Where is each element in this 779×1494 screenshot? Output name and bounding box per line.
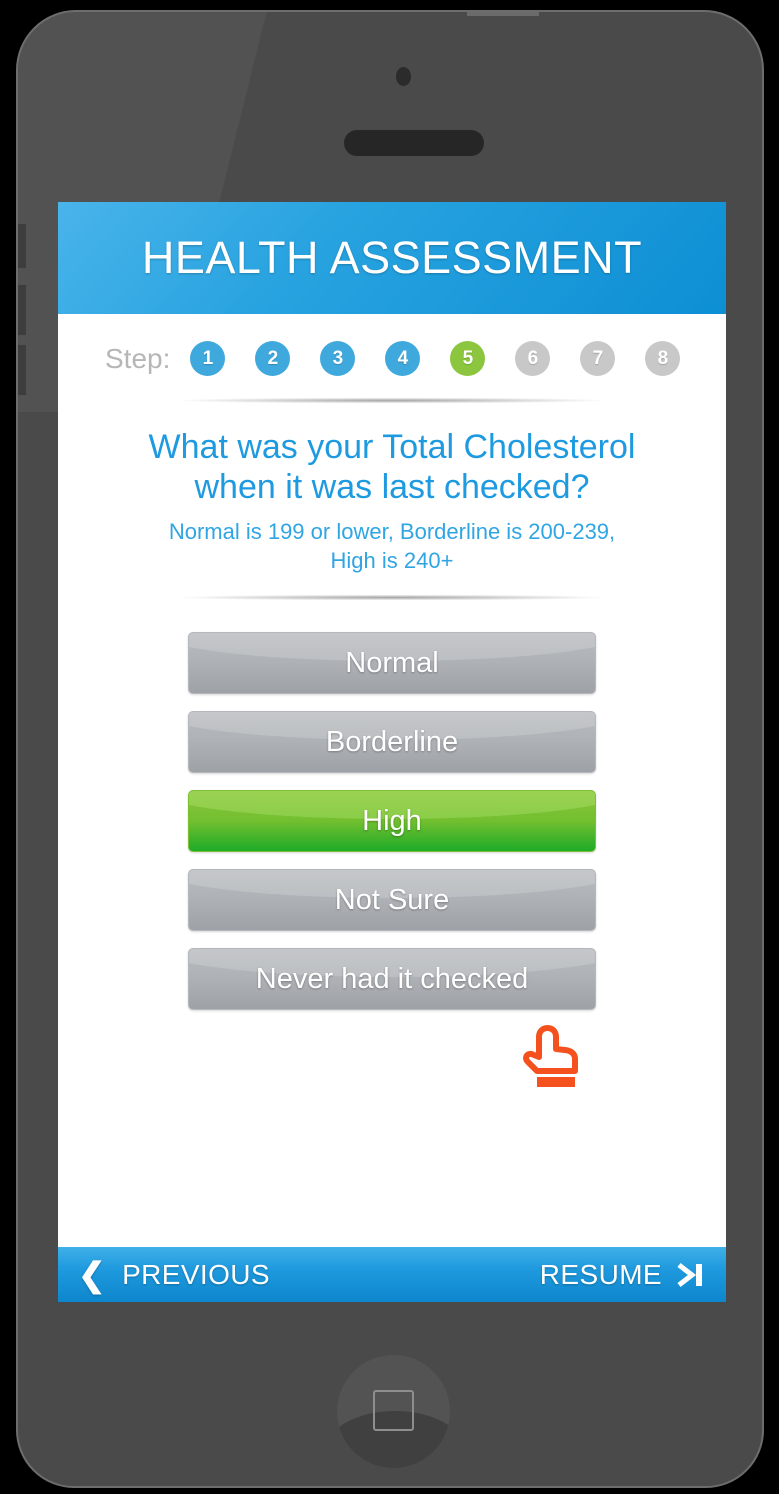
step-indicator-1[interactable]: 1 <box>190 341 226 376</box>
divider-bottom <box>88 595 696 600</box>
earpiece-speaker-icon <box>344 130 484 156</box>
power-button-icon[interactable] <box>467 12 539 16</box>
question-title-line-2: when it was last checked? <box>194 468 590 506</box>
home-button-icon[interactable] <box>337 1355 450 1468</box>
app-header: HEALTH ASSESSMENT <box>58 202 726 314</box>
chevron-left-icon: ❮ <box>78 1256 107 1293</box>
answer-option-not-sure[interactable]: Not Sure <box>188 869 596 931</box>
answer-option-label: High <box>362 804 422 837</box>
home-button-square <box>373 1390 414 1431</box>
answer-option-never-had-it-checked[interactable]: Never had it checked <box>188 948 596 1010</box>
camera-icon <box>396 67 411 86</box>
step-indicator-3[interactable]: 3 <box>320 341 356 376</box>
phone-device-frame: HEALTH ASSESSMENT Step: 1 2 3 4 5 6 7 8 … <box>16 10 764 1488</box>
answer-option-label: Not Sure <box>334 883 450 916</box>
step-progress-indicator: Step: 1 2 3 4 5 6 7 8 <box>58 314 726 376</box>
answer-option-high[interactable]: High <box>188 790 596 852</box>
pointing-hand-cursor <box>523 1025 578 1087</box>
answer-option-normal[interactable]: Normal <box>188 632 596 694</box>
step-indicator-5[interactable]: 5 <box>450 341 486 376</box>
page-title: HEALTH ASSESSMENT <box>141 232 643 283</box>
mute-switch-icon[interactable] <box>18 224 26 268</box>
step-indicator-7[interactable]: 7 <box>580 341 616 376</box>
answer-option-borderline[interactable]: Borderline <box>188 711 596 773</box>
answer-options-list: Normal Borderline High Not Sure Never ha… <box>58 632 726 1010</box>
step-indicator-6[interactable]: 6 <box>515 341 551 376</box>
skip-forward-icon <box>676 1261 706 1289</box>
previous-button[interactable]: ❮ PREVIOUS <box>78 1258 270 1291</box>
volume-up-button-icon[interactable] <box>18 285 26 335</box>
volume-down-button-icon[interactable] <box>18 345 26 395</box>
question-title-line-1: What was your Total Cholesterol <box>148 428 636 466</box>
resume-button[interactable]: RESUME <box>540 1259 706 1291</box>
step-indicator-2[interactable]: 2 <box>255 341 291 376</box>
answer-option-label: Normal <box>345 646 439 679</box>
stepper-label: Step: <box>105 342 171 374</box>
question-block: What was your Total Cholesterol when it … <box>58 403 726 575</box>
phone-screen: HEALTH ASSESSMENT Step: 1 2 3 4 5 6 7 8 … <box>58 202 726 1302</box>
question-subtitle-line-1: Normal is 199 or lower, Borderline is 20… <box>168 519 616 544</box>
previous-button-label: PREVIOUS <box>122 1258 270 1290</box>
question-title: What was your Total Cholesterol when it … <box>96 427 688 507</box>
step-indicator-8[interactable]: 8 <box>645 341 681 376</box>
resume-button-label: RESUME <box>539 1258 662 1290</box>
question-subtitle: Normal is 199 or lower, Borderline is 20… <box>96 517 688 575</box>
footer-navigation-bar: ❮ PREVIOUS RESUME <box>58 1247 726 1302</box>
question-subtitle-line-2: High is 240+ <box>330 548 454 573</box>
step-indicator-4[interactable]: 4 <box>385 341 421 376</box>
answer-option-label: Borderline <box>325 725 459 758</box>
answer-option-label: Never had it checked <box>255 962 529 995</box>
